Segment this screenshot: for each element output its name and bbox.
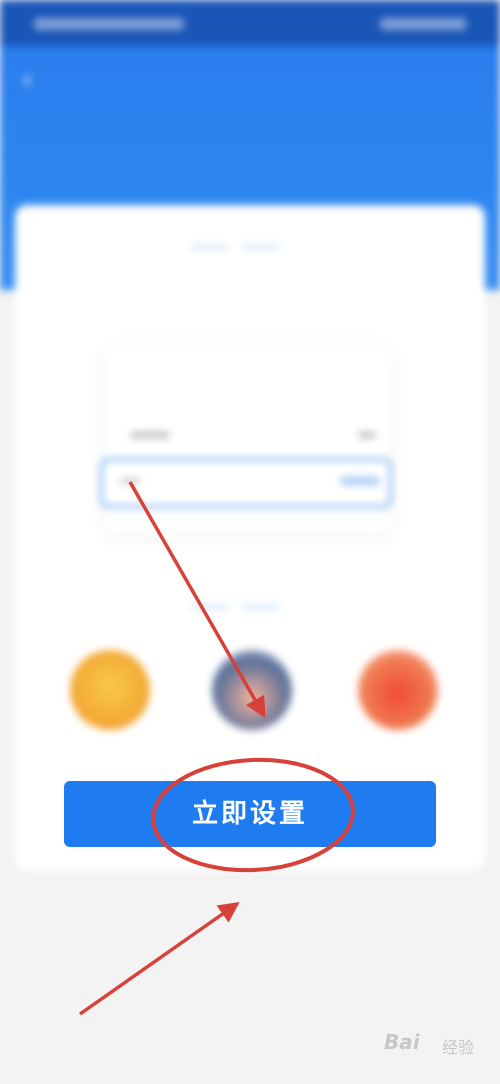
back-arrow-icon[interactable]: ‹ — [22, 66, 42, 94]
status-bar-left — [34, 18, 184, 30]
section-2-title — [0, 597, 470, 615]
status-bar — [0, 0, 500, 46]
baidu-watermark: Bai 经验 — [384, 1030, 494, 1074]
feature-icon-3[interactable] — [358, 650, 438, 730]
status-bar-right — [380, 18, 466, 30]
divider-line — [191, 245, 227, 248]
divider-line — [243, 245, 279, 248]
divider-line — [191, 605, 227, 608]
content-card — [15, 205, 485, 870]
feature-icon-1[interactable] — [70, 650, 150, 730]
preview-label-right — [358, 432, 376, 438]
feature-icon-2[interactable] — [212, 650, 292, 730]
watermark-brand: Bai — [384, 1030, 420, 1054]
preview-input-button — [340, 477, 380, 485]
preview-input-hint — [120, 478, 140, 484]
preview-label-left — [130, 432, 170, 438]
set-now-button[interactable]: 立即设置 — [64, 781, 436, 847]
watermark-suffix: 经验 — [442, 1038, 475, 1057]
divider-line — [243, 605, 279, 608]
blurred-background: ‹ — [0, 0, 500, 1084]
section-1-title — [0, 237, 470, 255]
